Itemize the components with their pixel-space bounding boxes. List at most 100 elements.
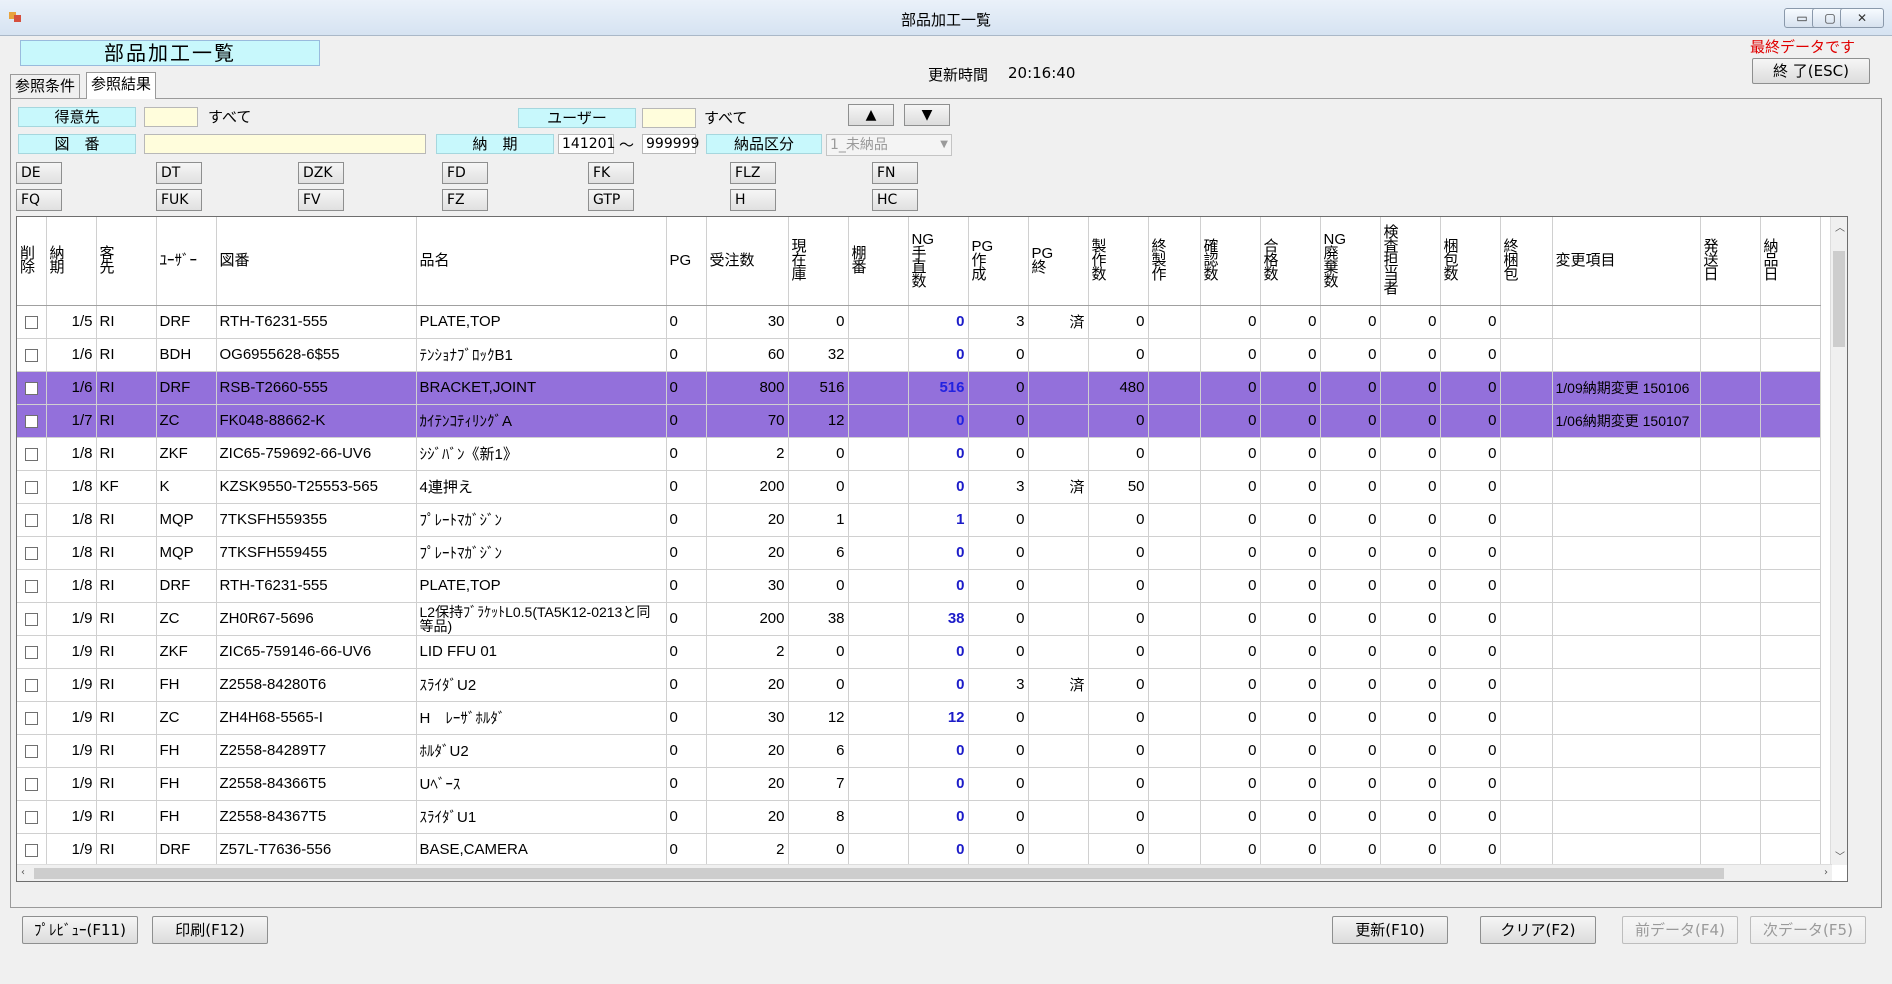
code-button-fk[interactable]: FK: [588, 162, 634, 184]
previous-data-button[interactable]: 前データ(F4): [1622, 916, 1738, 944]
column-header[interactable]: 変更項目: [1552, 217, 1701, 306]
column-header[interactable]: 図番: [216, 217, 417, 306]
preview-button[interactable]: ﾌﾟﾚﾋﾞｭｰ(F11): [22, 916, 138, 944]
sort-up-button[interactable]: ▲: [848, 104, 894, 126]
table-row[interactable]: 1/9 RI ZC ZH0R67-5696 L2保持ﾌﾞﾗｹｯﾄL0.5(TA5K12-…: [17, 602, 1821, 636]
scroll-up-icon[interactable]: ︿: [1835, 219, 1845, 234]
column-header[interactable]: ﾕｰｻﾞｰ: [156, 217, 217, 306]
code-button-fn[interactable]: FN: [872, 162, 918, 184]
clear-button[interactable]: クリア(F2): [1480, 916, 1596, 944]
code-button-h[interactable]: H: [730, 189, 776, 211]
delete-checkbox[interactable]: [24, 348, 38, 362]
column-header[interactable]: 終 製 作: [1148, 217, 1201, 306]
column-header[interactable]: 発 送 日: [1700, 217, 1761, 306]
table-row[interactable]: 1/9 RI FH Z2558-84280T6 ｽﾗｲﾀﾞU2 0 20 0 0 3 済 0 0 0 0 0 0: [17, 668, 1821, 702]
delete-checkbox[interactable]: [24, 513, 38, 527]
delete-checkbox[interactable]: [24, 579, 38, 593]
table-row[interactable]: 1/9 RI ZKF ZIC65-759146-66-UV6 LID FFU 01 0 2 0…: [17, 635, 1821, 669]
column-header[interactable]: 棚 番: [848, 217, 909, 306]
column-header[interactable]: 終 梱 包: [1500, 217, 1553, 306]
column-header[interactable]: 品名: [416, 217, 667, 306]
delete-checkbox[interactable]: [24, 678, 38, 692]
due-date-to-input[interactable]: 999999: [642, 134, 699, 154]
code-button-fq[interactable]: FQ: [16, 189, 62, 211]
refresh-button[interactable]: 更新(F10): [1332, 916, 1448, 944]
column-header[interactable]: 受注数: [706, 217, 789, 306]
delete-checkbox[interactable]: [24, 645, 38, 659]
code-button-fd[interactable]: FD: [442, 162, 488, 184]
column-header[interactable]: 合 格 数: [1260, 217, 1321, 306]
tab-search-results[interactable]: 参照結果: [86, 72, 157, 99]
delete-checkbox[interactable]: [24, 843, 38, 857]
table-row[interactable]: 1/5 RI DRF RTH-T6231-555 PLATE,TOP 0 30 0 0 3 済 0 0 0…: [17, 305, 1821, 339]
table-row[interactable]: 1/9 RI FH Z2558-84367T5 ｽﾗｲﾀﾞU1 0 20 8 0 0 0 0 0 0 0 0: [17, 800, 1821, 834]
scroll-right-icon[interactable]: ›: [1824, 867, 1828, 878]
scroll-left-icon[interactable]: ‹: [21, 867, 25, 878]
column-header[interactable]: 削 除: [17, 217, 47, 306]
horizontal-scrollbar[interactable]: ‹ ›: [17, 864, 1832, 881]
table-row[interactable]: 1/6 RI BDH OG6955628-6$55 ﾃﾝｼｮﾅﾌﾞﾛｯｸB1 0 60 32 0…: [17, 338, 1821, 372]
delete-checkbox[interactable]: [24, 777, 38, 791]
table-row[interactable]: 1/9 RI FH Z2558-84289T7 ﾎﾙﾀﾞU2 0 20 6 0 0 0 0 0 0 0 0: [17, 734, 1821, 768]
horizontal-scroll-thumb[interactable]: [34, 868, 1724, 879]
code-button-flz[interactable]: FLZ: [730, 162, 776, 184]
column-header[interactable]: 納 品 日: [1760, 217, 1821, 306]
column-header[interactable]: 現 在 庫: [788, 217, 849, 306]
delete-checkbox[interactable]: [24, 711, 38, 725]
column-header[interactable]: PG 作 成: [968, 217, 1029, 306]
column-header[interactable]: NG 手 直 数: [908, 217, 969, 306]
code-button-dt[interactable]: DT: [156, 162, 202, 184]
exit-button[interactable]: 終 了(ESC): [1752, 58, 1870, 84]
table-row[interactable]: 1/8 RI ZKF ZIC65-759692-66-UV6 ｼｼﾞﾊﾞﾝ《新1》 0 2 0…: [17, 437, 1821, 471]
code-button-fv[interactable]: FV: [298, 189, 344, 211]
vertical-scroll-thumb[interactable]: [1833, 251, 1845, 347]
next-data-button[interactable]: 次データ(F5): [1750, 916, 1866, 944]
code-button-fz[interactable]: FZ: [442, 189, 488, 211]
delete-checkbox[interactable]: [24, 744, 38, 758]
table-row[interactable]: 1/8 RI DRF RTH-T6231-555 PLATE,TOP 0 30 0 0 0 0 0 0 0…: [17, 569, 1821, 603]
code-button-gtp[interactable]: GTP: [588, 189, 634, 211]
sort-down-button[interactable]: ▼: [904, 104, 950, 126]
code-button-de[interactable]: DE: [16, 162, 62, 184]
delete-checkbox[interactable]: [24, 447, 38, 461]
column-header[interactable]: 検 査 担 当 者: [1380, 217, 1441, 306]
code-button-hc[interactable]: HC: [872, 189, 918, 211]
table-row[interactable]: 1/9 RI DRF Z57L-T7636-556 BASE,CAMERA 0 2 0 0 0 0 0…: [17, 833, 1821, 867]
scroll-down-icon[interactable]: ﹀: [1835, 848, 1845, 863]
table-row[interactable]: 1/7 RI ZC FK048-88662-K ｶｲﾃﾝｺﾃｨﾘﾝｸﾞA 0 70 12 0 0 0…: [17, 404, 1821, 438]
column-header[interactable]: 製 作 数: [1088, 217, 1149, 306]
delete-checkbox[interactable]: [24, 414, 38, 428]
user-input[interactable]: [642, 108, 696, 128]
delete-checkbox[interactable]: [24, 381, 38, 395]
table-row[interactable]: 1/9 RI FH Z2558-84366T5 Uﾍﾞｰｽ 0 20 7 0 0 0 0 0 0 0 0: [17, 767, 1821, 801]
drawing-input[interactable]: [144, 134, 426, 154]
table-row[interactable]: 1/8 RI MQP 7TKSFH559455 ﾌﾟﾚｰﾄﾏｶﾞｼﾞﾝ 0 20 6 0 0 0 0 0…: [17, 536, 1821, 570]
due-date-from-input[interactable]: 141201: [558, 134, 615, 154]
delete-checkbox[interactable]: [24, 480, 38, 494]
column-header[interactable]: 客 先: [96, 217, 157, 306]
tab-search-conditions[interactable]: 参照条件: [10, 74, 81, 98]
column-header[interactable]: PG: [666, 217, 707, 306]
code-button-dzk[interactable]: DZK: [298, 162, 344, 184]
delete-checkbox[interactable]: [24, 810, 38, 824]
column-header[interactable]: 梱 包 数: [1440, 217, 1501, 306]
column-header[interactable]: 納 期: [46, 217, 97, 306]
delivery-category-select[interactable]: 1_未納品 ▼: [826, 134, 952, 156]
column-header[interactable]: NG 廃 棄 数: [1320, 217, 1381, 306]
table-row[interactable]: 1/6 RI DRF RSB-T2660-555 BRACKET,JOINT 0 800 51…: [17, 371, 1821, 405]
delete-checkbox[interactable]: [24, 546, 38, 560]
code-button-fuk[interactable]: FUK: [156, 189, 202, 211]
customer-input[interactable]: [144, 107, 198, 127]
table-row[interactable]: 1/8 KF K KZSK9550-T25553-565 4連押え 0 200 0 0 3 済 50 0…: [17, 470, 1821, 504]
table-row[interactable]: 1/8 RI MQP 7TKSFH559355 ﾌﾟﾚｰﾄﾏｶﾞｼﾞﾝ 0 20 1 1 0 0 0 0…: [17, 503, 1821, 537]
delete-checkbox[interactable]: [24, 315, 38, 329]
column-header[interactable]: 確 認 数: [1200, 217, 1261, 306]
parts-grid[interactable]: 削 除納 期客 先ﾕｰｻﾞｰ 図番 品名 PG 受注数現 在 庫棚 番 NG 手 直 数P…: [16, 216, 1848, 882]
cell-order: 2: [706, 833, 789, 867]
print-button[interactable]: 印刷(F12): [152, 916, 268, 944]
close-button[interactable]: ✕: [1840, 8, 1884, 28]
table-row[interactable]: 1/9 RI ZC ZH4H68-5565-I H ﾚｰｻﾞﾎﾙﾀﾞ 0 30 12 12 0 0 0…: [17, 701, 1821, 735]
column-header[interactable]: PG 終: [1028, 217, 1089, 306]
vertical-scrollbar[interactable]: ︿ ﹀: [1830, 217, 1847, 865]
delete-checkbox[interactable]: [24, 612, 38, 626]
